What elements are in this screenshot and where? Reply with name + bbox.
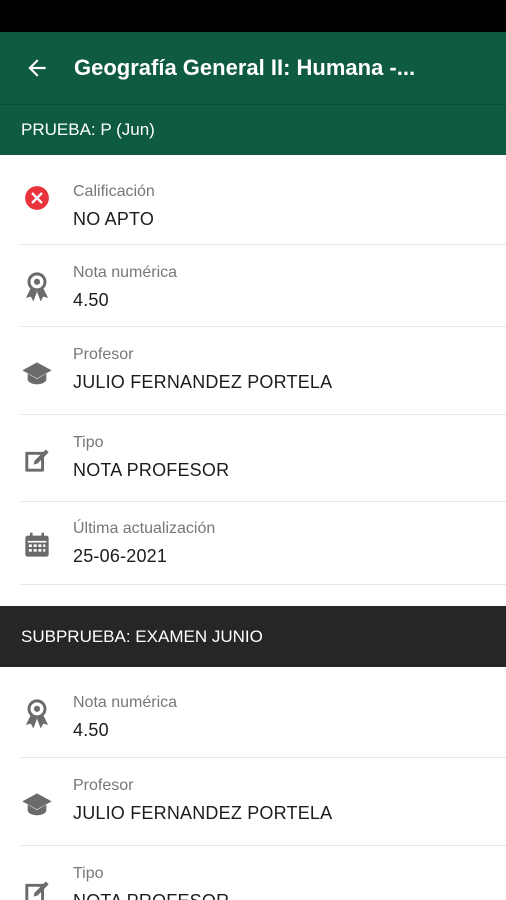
page-title: Geografía General II: Humana -... (74, 55, 416, 80)
edit-note-icon (20, 850, 53, 900)
list-item-nota-numerica: Nota numérica 4.50 (20, 245, 506, 327)
item-value: 25-06-2021 (73, 546, 168, 566)
award-ribbon-icon (20, 673, 53, 757)
item-label: Profesor (73, 346, 134, 363)
list-item-profesor: Profesor JULIO FERNANDEZ PORTELA (20, 758, 506, 846)
subprueba-title: SUBPRUEBA: EXAMEN JUNIO (21, 626, 263, 646)
error-circle-icon (20, 151, 53, 244)
prueba-title: PRUEBA: P (Jun) (21, 120, 155, 139)
status-bar (0, 0, 506, 32)
item-value: NOTA PROFESOR (73, 890, 229, 900)
prueba-details: Calificación NO APTO Nota numérica 4.50 (0, 155, 506, 585)
item-label: Tipo (73, 865, 104, 882)
list-item-tipo: Tipo NOTA PROFESOR (20, 415, 506, 502)
item-value: NO APTO (73, 209, 155, 229)
item-label: Profesor (73, 777, 134, 794)
app-bar: Geografía General II: Humana -... (0, 32, 506, 104)
item-label: Tipo (73, 434, 104, 451)
item-label: Nota numérica (73, 694, 178, 711)
graduation-cap-icon (20, 331, 53, 414)
item-label: Calificación (73, 183, 155, 200)
item-label: Última actualización (73, 520, 216, 537)
item-value: JULIO FERNANDEZ PORTELA (73, 803, 333, 823)
subprueba-header: SUBPRUEBA: EXAMEN JUNIO (0, 606, 506, 667)
arrow-back-icon (28, 59, 46, 77)
prueba-header: PRUEBA: P (Jun) (0, 104, 506, 155)
list-item-nota-numerica: Nota numérica 4.50 (20, 667, 506, 758)
award-ribbon-icon (20, 249, 53, 326)
item-value: 4.50 (73, 290, 109, 310)
item-value: JULIO FERNANDEZ PORTELA (73, 372, 333, 392)
list-item-ultima-actualizacion: Última actualización 25-06-2021 (20, 502, 506, 585)
item-value: NOTA PROFESOR (73, 460, 230, 480)
edit-note-icon (20, 419, 53, 501)
graduation-cap-icon (20, 762, 53, 845)
item-label: Nota numérica (73, 264, 178, 281)
item-value: 4.50 (73, 720, 109, 740)
list-item-profesor: Profesor JULIO FERNANDEZ PORTELA (20, 327, 506, 415)
list-item-calificacion: Calificación NO APTO (20, 155, 506, 245)
subprueba-details: Nota numérica 4.50 Profesor JULIO FERNAN… (0, 667, 506, 900)
calendar-icon (20, 506, 53, 584)
list-item-tipo: Tipo NOTA PROFESOR (20, 846, 506, 900)
